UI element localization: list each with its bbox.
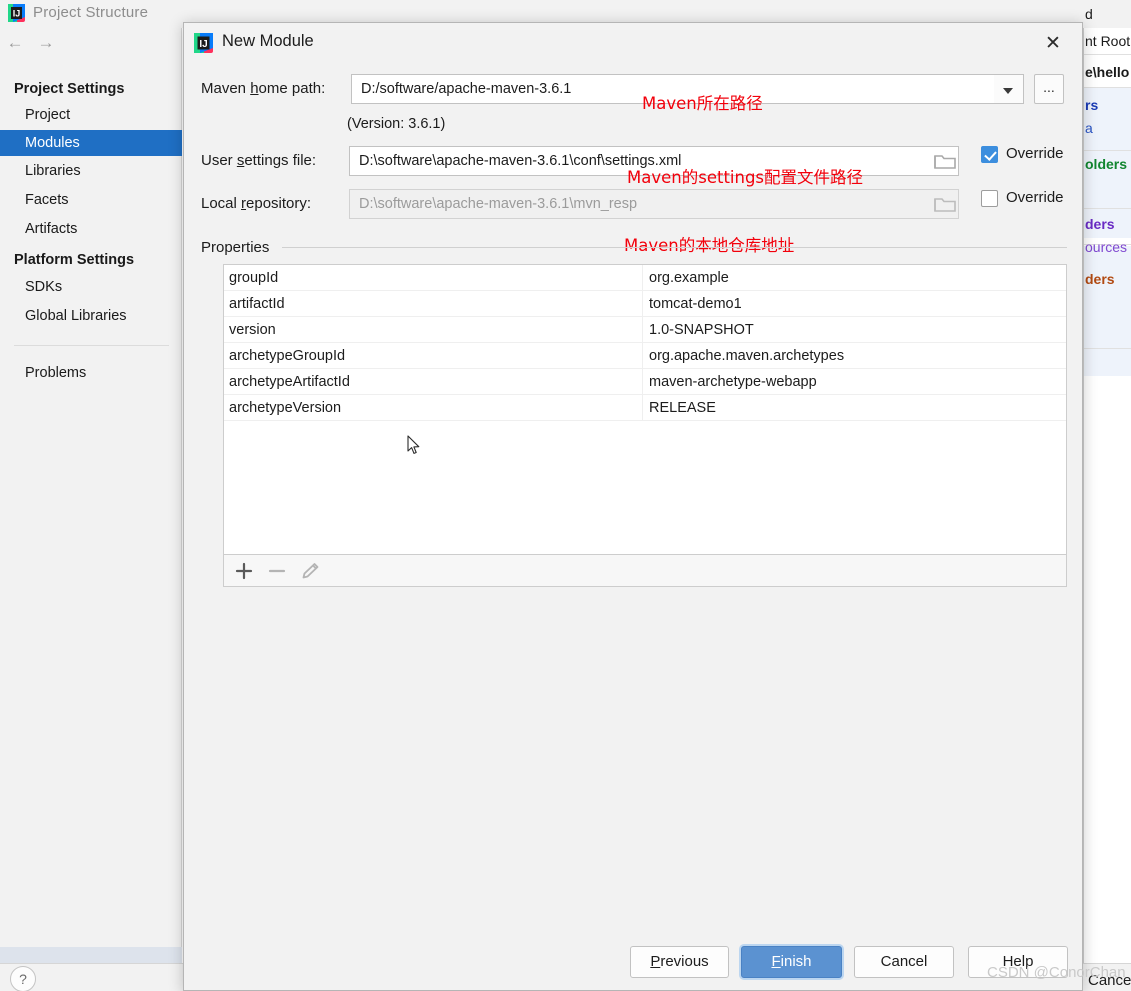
close-icon[interactable]: ✕: [1038, 30, 1068, 56]
property-value: 1.0-SNAPSHOT: [649, 322, 754, 338]
property-key: archetypeGroupId: [224, 343, 643, 368]
previous-button[interactable]: Previous: [630, 946, 729, 978]
user-settings-label-pre: User: [201, 152, 237, 169]
table-row[interactable]: archetypeGroupId org.apache.maven.archet…: [224, 343, 1066, 369]
peek-text-java: a: [1085, 120, 1093, 136]
svg-text:IJ: IJ: [199, 39, 207, 50]
local-repo-label-pre: Local: [201, 195, 242, 212]
sidebar-item-problems[interactable]: Problems: [0, 360, 182, 386]
svg-text:IJ: IJ: [13, 9, 21, 19]
maven-home-label-pre: Maven: [201, 80, 251, 97]
project-structure-sidebar: ← → Project Settings Project Modules Lib…: [0, 28, 182, 963]
finish-label-mnemonic: F: [771, 953, 781, 970]
peek-band-2: [1084, 246, 1131, 376]
dialog-titlebar: IJ New Module ✕: [184, 23, 1082, 63]
folder-icon[interactable]: [928, 147, 962, 175]
peek-text-d: d: [1085, 6, 1093, 22]
peek-divider-2: [1084, 87, 1131, 88]
properties-group-title: Properties: [201, 239, 277, 256]
peek-text-excluded-folders: ders: [1085, 271, 1115, 287]
properties-table[interactable]: groupId org.example artifactId tomcat-de…: [223, 264, 1067, 555]
peek-text-sources: rs: [1085, 97, 1099, 113]
property-key: version: [224, 317, 643, 342]
pencil-icon[interactable]: [298, 559, 322, 583]
table-row[interactable]: archetypeArtifactId maven-archetype-weba…: [224, 369, 1066, 395]
property-key: groupId: [224, 265, 643, 290]
peek-divider-4: [1084, 208, 1131, 209]
mouse-cursor: [407, 435, 421, 455]
maven-home-label-post: ome path:: [258, 80, 326, 97]
maven-home-label-mnemonic: h: [250, 80, 259, 97]
property-value: org.apache.maven.archetypes: [649, 348, 845, 364]
property-value: org.example: [649, 270, 729, 286]
peek-divider-3: [1084, 150, 1131, 151]
maven-home-path-label: Maven home path:: [201, 80, 325, 97]
peek-text-resources: ources: [1085, 239, 1128, 255]
user-settings-file-label: User settings file:: [201, 152, 316, 169]
project-structure-title: Project Structure: [33, 4, 149, 21]
sidebar-item-global-libraries[interactable]: Global Libraries: [0, 303, 182, 329]
dialog-title: New Module: [222, 32, 314, 50]
peek-divider-1: [1084, 54, 1131, 55]
sidebar-group-project-settings: Project Settings: [14, 81, 125, 97]
sidebar-navbar: ← →: [0, 28, 182, 58]
maven-home-annotation: Maven所在路径: [642, 94, 763, 113]
peek-divider-6: [1084, 348, 1131, 349]
sidebar-item-facets[interactable]: Facets: [0, 187, 182, 213]
property-key: archetypeArtifactId: [224, 369, 643, 394]
help-button[interactable]: ?: [10, 966, 36, 991]
peek-text-path: e\hello: [1085, 64, 1130, 80]
chevron-down-icon[interactable]: [994, 74, 1024, 104]
intellij-idea-icon: IJ: [8, 4, 25, 22]
local-repository-input[interactable]: D:\software\apache-maven-3.6.1\mvn_resp: [349, 189, 959, 219]
local-repository-override-label: Override: [1006, 189, 1064, 206]
intellij-idea-icon: IJ: [194, 33, 213, 53]
property-value: maven-archetype-webapp: [649, 374, 817, 390]
table-row[interactable]: version 1.0-SNAPSHOT: [224, 317, 1066, 343]
plus-icon[interactable]: [232, 559, 256, 583]
property-value: RELEASE: [649, 400, 716, 416]
peek-text-module-root: nt Root: [1085, 33, 1131, 49]
peek-text-resource-folders: ders: [1085, 216, 1115, 232]
table-row[interactable]: groupId org.example: [224, 265, 1066, 291]
sidebar-item-libraries[interactable]: Libraries: [0, 158, 182, 184]
sidebar-item-modules[interactable]: Modules: [0, 130, 182, 156]
new-module-dialog: IJ New Module ✕ Maven home path: D:/soft…: [183, 22, 1083, 991]
table-row[interactable]: artifactId tomcat-demo1: [224, 291, 1066, 317]
properties-group-rule: [282, 247, 1067, 248]
arrow-right-icon[interactable]: →: [35, 34, 57, 52]
sidebar-item-project[interactable]: Project: [0, 102, 182, 128]
module-detail-peek-column: nt Root e\hello rs a olders ders ources …: [1083, 6, 1131, 963]
finish-label-post: inish: [780, 953, 812, 970]
maven-version-note: (Version: 3.6.1): [347, 116, 446, 132]
peek-text-test-folders: olders: [1085, 156, 1128, 172]
minus-icon[interactable]: [265, 559, 289, 583]
property-key: artifactId: [224, 291, 643, 316]
local-repository-override-checkbox[interactable]: [981, 190, 998, 207]
table-row[interactable]: archetypeVersion RELEASE: [224, 395, 1066, 421]
user-settings-annotation: Maven的settings配置文件路径: [627, 168, 864, 187]
local-repository-label: Local repository:: [201, 195, 311, 212]
user-settings-override-checkbox[interactable]: [981, 146, 998, 163]
folder-icon[interactable]: [928, 190, 962, 218]
finish-button[interactable]: Finish: [741, 946, 842, 978]
arrow-left-icon[interactable]: ←: [4, 34, 26, 52]
sidebar-bottom-strip: [0, 947, 182, 963]
previous-label-mnemonic: P: [650, 953, 661, 970]
sidebar-group-platform-settings: Platform Settings: [14, 252, 135, 268]
property-value: tomcat-demo1: [649, 296, 742, 312]
properties-toolbar: [223, 555, 1067, 587]
previous-label-post: revious: [660, 953, 709, 970]
user-settings-label-post: ettings file:: [244, 152, 317, 169]
cancel-button[interactable]: Cancel: [854, 946, 954, 978]
local-repository-annotation: Maven的本地仓库地址: [624, 236, 795, 255]
property-key: archetypeVersion: [224, 395, 643, 420]
sidebar-divider: [14, 345, 169, 346]
sidebar-item-sdks[interactable]: SDKs: [0, 274, 182, 300]
local-repo-label-post: epository:: [246, 195, 312, 212]
sidebar-item-artifacts[interactable]: Artifacts: [0, 216, 182, 242]
maven-home-browse-button[interactable]: ...: [1034, 74, 1064, 104]
user-settings-override-label: Override: [1006, 145, 1064, 162]
watermark: CSDN @ConorChan: [987, 964, 1126, 981]
